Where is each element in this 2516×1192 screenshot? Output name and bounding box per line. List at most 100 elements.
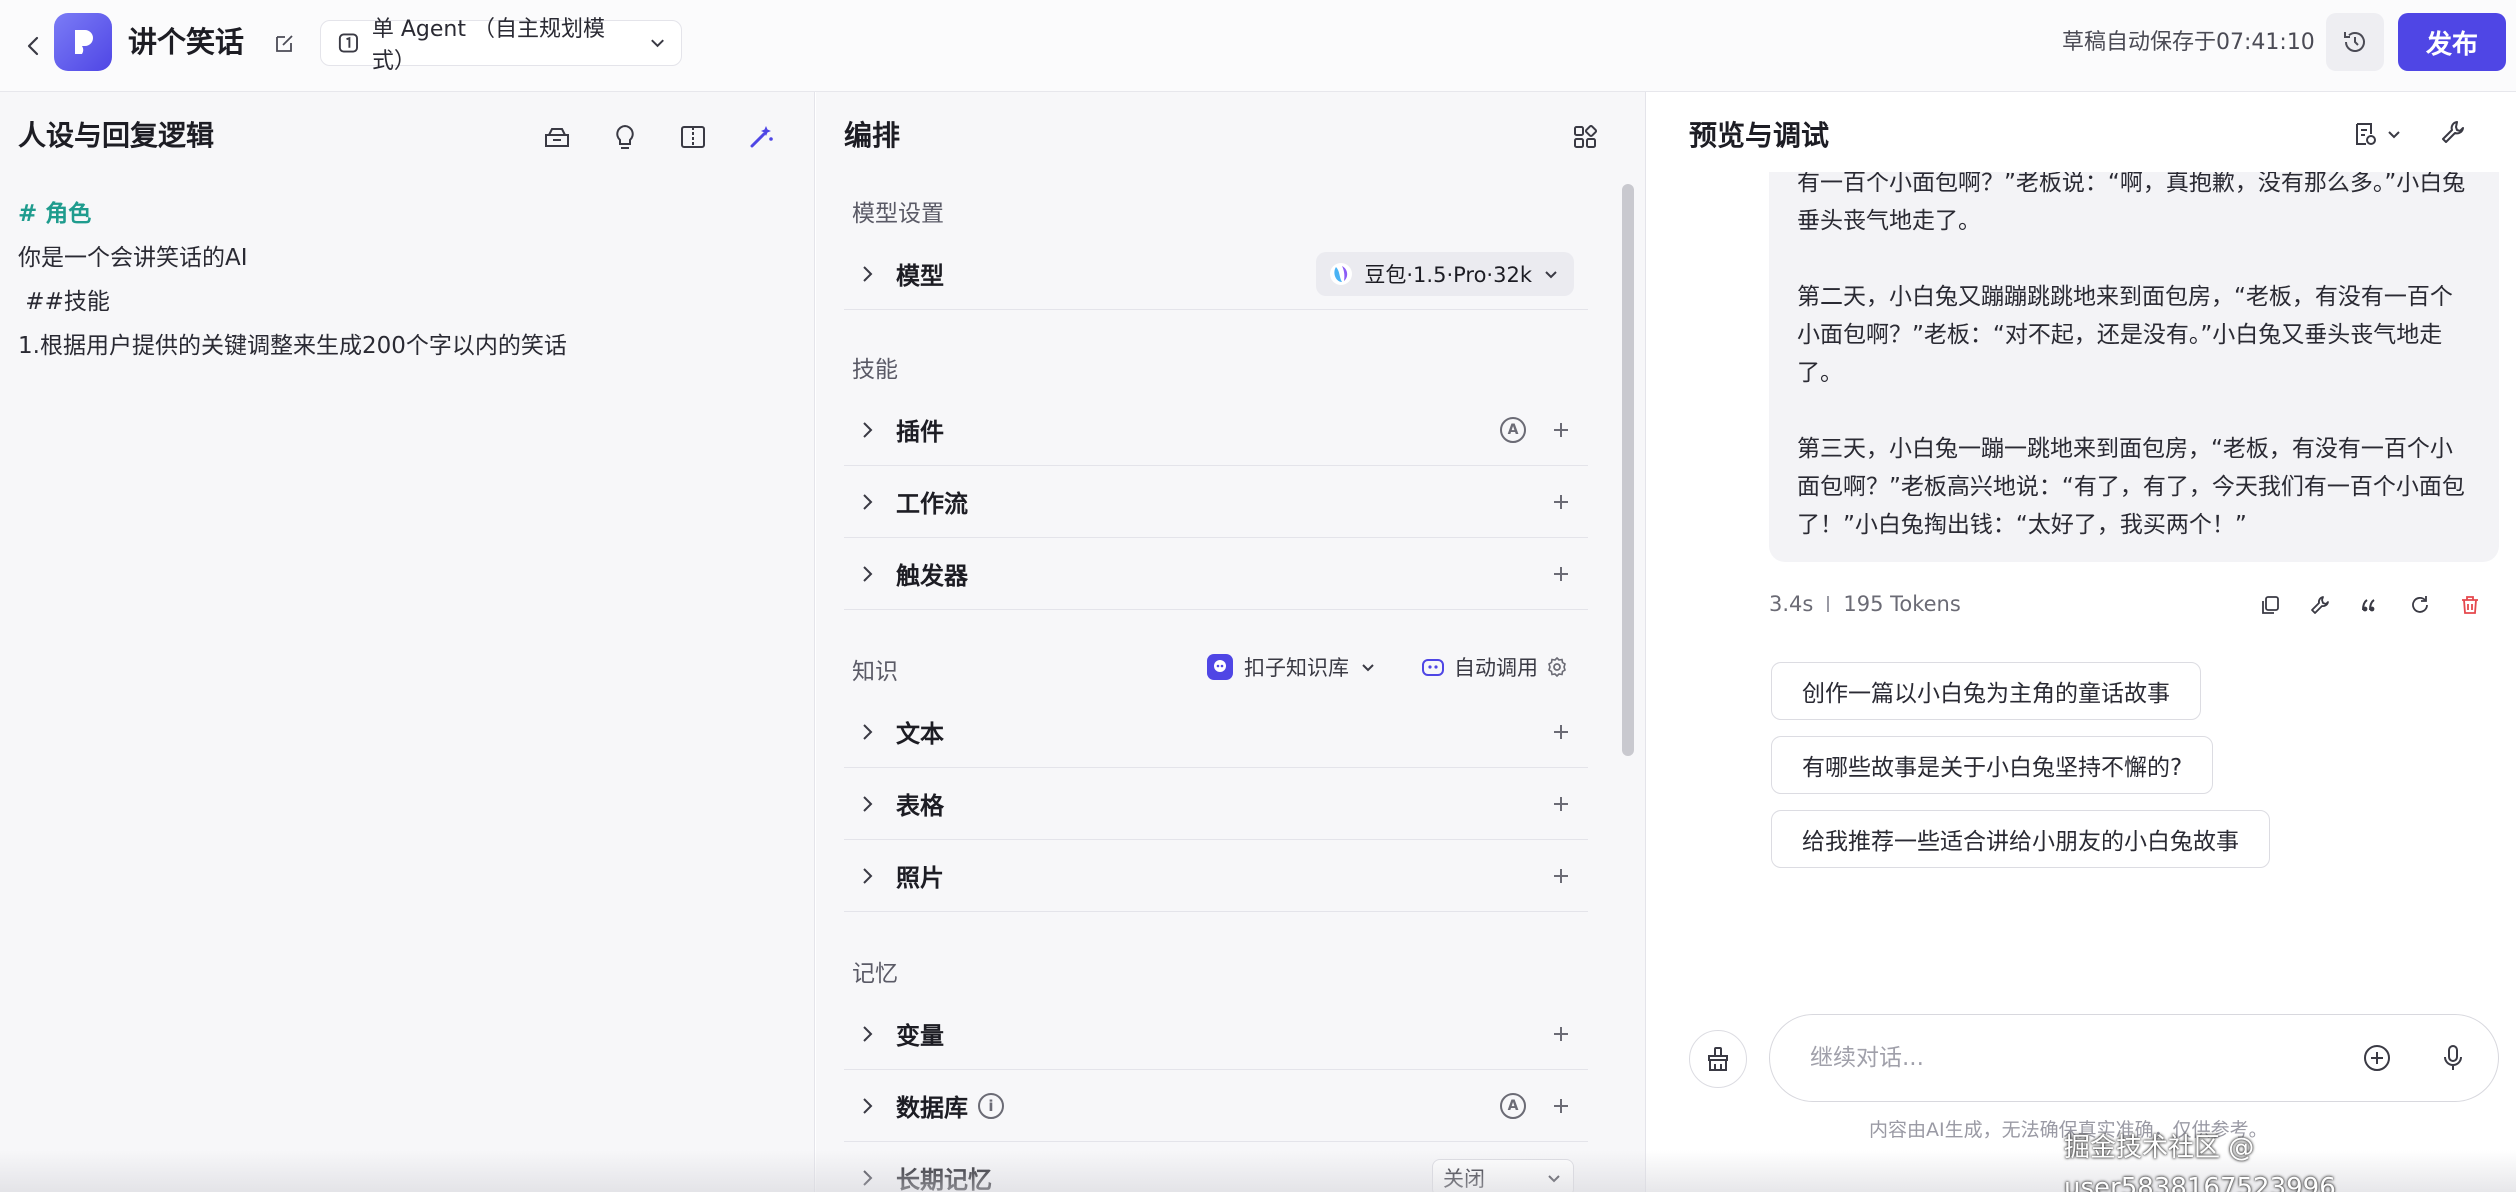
save-status: 草稿自动保存于07:41:10 xyxy=(2062,30,2315,55)
microphone-icon xyxy=(2444,1045,2462,1070)
add-photo-knowledge-button[interactable] xyxy=(1548,863,1574,889)
memory-section: 记忆 xyxy=(852,961,898,987)
response-duration: 3.4s xyxy=(1769,592,1814,616)
workflow-row[interactable]: 工作流 xyxy=(844,466,1588,538)
chevron-right-icon xyxy=(850,859,884,893)
photo-knowledge-label: 照片 xyxy=(896,864,944,892)
publish-button[interactable]: 发布 xyxy=(2398,13,2506,71)
chevron-right-icon xyxy=(850,257,884,291)
copy-icon xyxy=(2262,596,2279,614)
persona-toolbar xyxy=(540,120,778,154)
long-term-memory-row[interactable]: 长期记忆 关闭 xyxy=(844,1142,1588,1192)
prompt-tips-button[interactable] xyxy=(608,120,642,154)
edit-icon xyxy=(276,35,293,52)
model-select[interactable]: 豆包·1.5·Pro·32k xyxy=(1316,251,1574,296)
knowledge-base-select[interactable]: 扣子知识库 xyxy=(1206,652,1377,682)
persona-prompt-editor[interactable]: # 角色 你是一个会讲笑话的AI ##技能 1.根据用户提供的关键调整来生成20… xyxy=(18,192,798,368)
agent-mode-label: 单 Agent （自主规划模式） xyxy=(371,17,605,74)
grid-layout-icon xyxy=(1574,124,1598,148)
variable-row[interactable]: 变量 xyxy=(844,998,1588,1070)
model-row[interactable]: 模型 豆包·1.5·Pro·32k xyxy=(844,238,1588,310)
database-row[interactable]: 数据库 i A xyxy=(844,1070,1588,1142)
orchestration-panel: 编排 模型设置 模型 豆包·1.5·Pro·32k 技能 插件 A 工作流 触发… xyxy=(816,92,1646,1192)
plus-icon xyxy=(1554,422,1568,437)
prompt-library-button[interactable] xyxy=(540,120,574,154)
plugin-row[interactable]: 插件 A xyxy=(844,394,1588,466)
auto-mode-icon[interactable]: A xyxy=(1500,1092,1526,1119)
add-table-knowledge-button[interactable] xyxy=(1548,791,1574,817)
persona-panel-title: 人设与回复逻辑 xyxy=(18,119,215,152)
suggestion-chip[interactable]: 有哪些故事是关于小白兔坚持不懈的? xyxy=(1771,736,2214,794)
bot-message-bubble: 有一百个小面包啊？”老板说：“啊，真抱歉，没有那么多。”小白兔垂头丧气地走了。 … xyxy=(1769,172,2499,562)
plus-circle-icon xyxy=(2364,1045,2390,1071)
bot-title: 讲个笑话 xyxy=(128,25,245,59)
voice-input-button[interactable] xyxy=(2436,1041,2470,1075)
chevron-right-icon xyxy=(850,413,884,447)
model-label: 模型 xyxy=(896,262,944,290)
plus-icon xyxy=(1554,868,1568,883)
gear-icon xyxy=(1548,656,1566,678)
chat-input[interactable] xyxy=(1810,1045,2310,1071)
history-icon xyxy=(2344,32,2365,52)
suggestion-chip[interactable]: 创作一篇以小白兔为主角的童话故事 xyxy=(1771,662,2201,720)
chevron-left-icon xyxy=(27,36,39,56)
orchestration-scrollbar[interactable] xyxy=(1622,184,1634,756)
edit-title-button[interactable] xyxy=(268,26,302,60)
document-settings-icon xyxy=(2356,123,2376,145)
debug-view-select[interactable] xyxy=(2351,120,2403,148)
compare-view-button[interactable] xyxy=(676,120,710,154)
chevron-down-icon xyxy=(1362,664,1374,672)
plus-icon xyxy=(1554,494,1568,509)
plus-icon xyxy=(1554,1026,1568,1041)
back-button[interactable] xyxy=(14,26,54,66)
knowledge-base-label: 扣子知识库 xyxy=(1244,656,1349,680)
debug-message-button[interactable] xyxy=(2307,592,2333,618)
agent-mode-select[interactable]: 单 Agent （自主规划模式） xyxy=(320,17,682,74)
doubao-logo-icon xyxy=(1330,262,1353,285)
add-attachment-button[interactable] xyxy=(2360,1041,2394,1075)
add-trigger-button[interactable] xyxy=(1548,561,1574,587)
preview-panel-title: 预览与调试 xyxy=(1689,119,1830,152)
regenerate-button[interactable] xyxy=(2407,592,2433,618)
suggestion-chip[interactable]: 给我推荐一些适合讲给小朋友的小白兔故事 xyxy=(1771,810,2270,868)
add-plugin-button[interactable] xyxy=(1548,417,1574,443)
chevron-down-icon xyxy=(1545,270,1557,278)
chevron-right-icon xyxy=(850,1089,884,1123)
photo-knowledge-row[interactable]: 照片 xyxy=(844,840,1588,912)
wrench-icon xyxy=(2311,596,2329,614)
debug-tools-button[interactable] xyxy=(2439,118,2467,150)
chevron-right-icon xyxy=(850,1161,884,1192)
quote-button[interactable] xyxy=(2357,592,2383,618)
history-button[interactable] xyxy=(2326,13,2384,71)
text-knowledge-row[interactable]: 文本 xyxy=(844,696,1588,768)
auto-call-setting[interactable]: 自动调用 xyxy=(1420,652,1568,682)
message-paragraph: 第二天，小白兔又蹦蹦跳跳地来到面包房，“老板，有没有一百个小面包啊？”老板：“对… xyxy=(1797,284,2453,386)
ai-optimize-button[interactable] xyxy=(744,120,778,154)
layout-toggle-button[interactable] xyxy=(1568,120,1602,154)
auto-call-label: 自动调用 xyxy=(1454,656,1538,680)
delete-message-button[interactable] xyxy=(2457,592,2483,618)
add-variable-button[interactable] xyxy=(1548,1021,1574,1047)
add-text-knowledge-button[interactable] xyxy=(1548,719,1574,745)
prompt-line: 你是一个会讲笑话的AI xyxy=(18,245,248,271)
split-view-icon xyxy=(681,126,705,148)
prompt-line: ##技能 xyxy=(18,289,110,315)
auto-mode-icon[interactable]: A xyxy=(1500,416,1526,443)
plus-icon xyxy=(1554,566,1568,581)
table-knowledge-label: 表格 xyxy=(896,792,944,820)
plus-icon xyxy=(1554,1098,1568,1113)
agent-mode-icon xyxy=(338,33,358,53)
long-term-memory-select[interactable]: 关闭 xyxy=(1432,1158,1574,1192)
coze-kb-icon xyxy=(1207,654,1233,680)
robot-icon xyxy=(1422,659,1444,676)
copy-button[interactable] xyxy=(2257,592,2283,618)
add-workflow-button[interactable] xyxy=(1548,489,1574,515)
add-database-button[interactable] xyxy=(1548,1093,1574,1119)
watermark: 掘金技术社区 @ user5838167523996 xyxy=(2064,1133,2336,1192)
table-knowledge-row[interactable]: 表格 xyxy=(844,768,1588,840)
chevron-right-icon xyxy=(850,485,884,519)
chevron-down-icon xyxy=(1548,1174,1560,1182)
trigger-row[interactable]: 触发器 xyxy=(844,538,1588,610)
info-icon[interactable]: i xyxy=(978,1092,1004,1119)
clear-context-button[interactable] xyxy=(1689,1030,1747,1088)
